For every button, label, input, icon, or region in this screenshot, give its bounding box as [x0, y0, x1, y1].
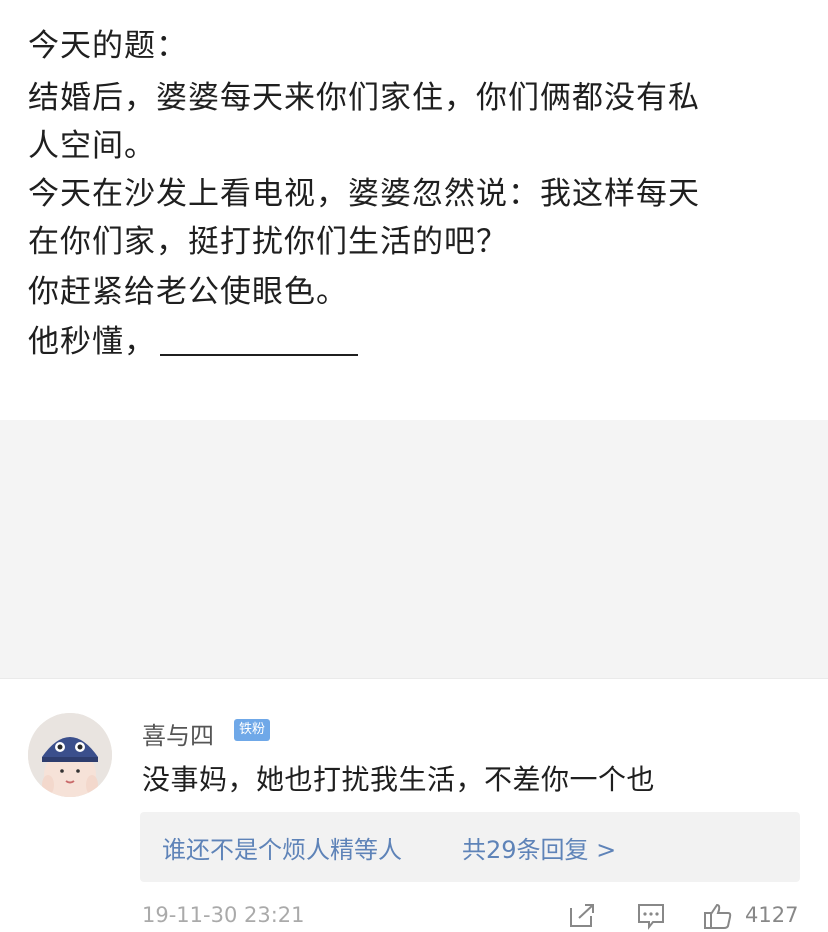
- comment-username[interactable]: 喜与四: [142, 716, 214, 751]
- share-icon[interactable]: [567, 902, 597, 930]
- weibo-post-screen: 今天的题： 结婚后，婆婆每天来你们家住，你们俩都没有私 人空间。 今天在沙发上看…: [0, 0, 828, 932]
- post-line-4: 今天在沙发上看电视，婆婆忽然说：我这样每天: [28, 176, 700, 212]
- avatar[interactable]: [28, 713, 112, 797]
- image-placeholder-area: [0, 420, 828, 678]
- fan-badge: 铁粉: [234, 719, 270, 741]
- post-line-6: 你赶紧给老公使眼色。: [28, 274, 348, 310]
- post-line-2: 结婚后，婆婆每天来你们家住，你们俩都没有私: [28, 80, 700, 116]
- like-count: 4127: [745, 903, 799, 927]
- fill-in-blank-line: [160, 354, 358, 356]
- section-divider: [0, 678, 828, 679]
- replies-count-link[interactable]: 共29条回复 >: [462, 830, 616, 865]
- comment-icon[interactable]: [636, 902, 666, 930]
- post-line-7: 他秒懂，: [28, 324, 156, 360]
- post-line-7-wrap: 他秒懂，: [28, 318, 358, 366]
- replies-users-link[interactable]: 谁还不是个烦人精等人: [162, 830, 402, 865]
- thumbs-up-icon[interactable]: [703, 902, 733, 930]
- replies-box[interactable]: 谁还不是个烦人精等人 共29条回复 >: [140, 812, 800, 882]
- comment-timestamp: 19-11-30 23:21: [142, 903, 305, 927]
- avatar-illustration: [28, 713, 112, 797]
- post-line-5: 在你们家，挺打扰你们生活的吧？: [28, 224, 508, 260]
- post-body: 今天的题： 结婚后，婆婆每天来你们家住，你们俩都没有私 人空间。 今天在沙发上看…: [0, 0, 828, 420]
- comment-text: 没事妈，她也打扰我生活，不差你一个也: [142, 763, 656, 796]
- post-line-3: 人空间。: [28, 128, 156, 164]
- post-line-1: 今天的题：: [28, 28, 188, 64]
